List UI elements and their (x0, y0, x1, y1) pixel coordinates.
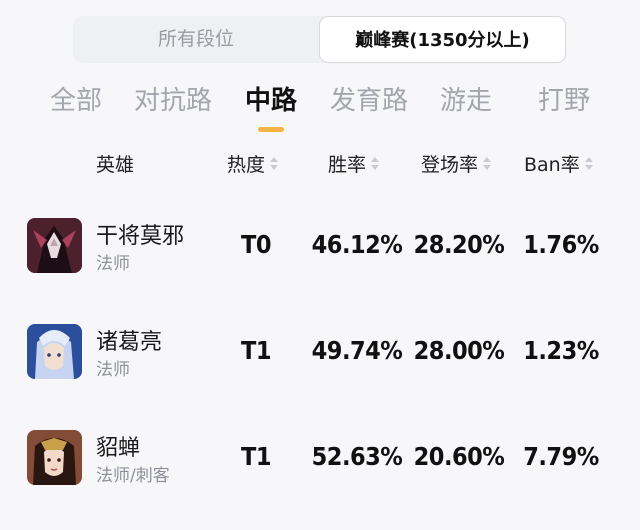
table-row[interactable]: 干将莫邪 法师 T0 46.12% 28.20% 1.76% (0, 218, 640, 318)
tab-top-lane[interactable]: 对抗路 (134, 80, 212, 117)
hero-avatar (27, 430, 82, 485)
hero-avatar (27, 324, 82, 379)
hero-role: 法师/刺客 (96, 466, 170, 486)
hero-name: 干将莫邪 (96, 224, 185, 249)
table-row[interactable]: 貂蝉 法师/刺客 T1 52.63% 20.60% 7.79% (0, 430, 640, 530)
hero-tier: T1 (241, 442, 272, 471)
column-header-ban-rate[interactable]: Ban率 (524, 150, 593, 177)
tab-jungle[interactable]: 打野 (538, 80, 590, 117)
tab-mid-lane[interactable]: 中路 (245, 80, 297, 117)
tab-roam[interactable]: 游走 (440, 80, 492, 117)
tab-bot-lane[interactable]: 发育路 (330, 80, 408, 117)
sort-icon (270, 157, 279, 170)
hero-ban-rate: 7.79% (523, 442, 599, 471)
hero-role: 法师 (96, 254, 130, 274)
hero-avatar (27, 218, 82, 273)
lane-tabs: 全部 对抗路 中路 发育路 游走 打野 (0, 80, 640, 140)
column-header-win-rate[interactable]: 胜率 (328, 150, 380, 177)
hero-pick-rate: 28.20% (413, 230, 505, 259)
hero-tier: T0 (241, 230, 272, 259)
hero-name: 貂蝉 (96, 436, 141, 461)
column-header-heat[interactable]: 热度 (227, 150, 279, 177)
sort-icon (371, 157, 380, 170)
hero-win-rate: 52.63% (311, 442, 403, 471)
tab-all[interactable]: 全部 (50, 80, 102, 117)
peak-match-button[interactable]: 巅峰赛(1350分以上) (319, 16, 566, 63)
hero-pick-rate: 28.00% (413, 336, 505, 365)
hero-ban-rate: 1.23% (523, 336, 599, 365)
table-row[interactable]: 诸葛亮 法师 T1 49.74% 28.00% 1.23% (0, 324, 640, 424)
hero-win-rate: 46.12% (311, 230, 403, 259)
hero-tier: T1 (241, 336, 272, 365)
column-header-hero: 英雄 (96, 154, 135, 176)
all-ranks-button[interactable]: 所有段位 (73, 16, 319, 63)
sort-icon (584, 157, 593, 170)
hero-role: 法师 (96, 360, 130, 380)
hero-win-rate: 49.74% (311, 336, 403, 365)
hero-ban-rate: 1.76% (523, 230, 599, 259)
rank-filter-toggle: 所有段位 巅峰赛(1350分以上) (73, 16, 566, 63)
hero-pick-rate: 20.60% (413, 442, 505, 471)
sort-icon (483, 157, 492, 170)
table-header: 英雄 热度 胜率 登场率 Ban率 (0, 150, 640, 180)
active-tab-indicator (258, 127, 284, 132)
hero-name: 诸葛亮 (96, 330, 163, 355)
column-header-pick-rate[interactable]: 登场率 (421, 150, 492, 177)
